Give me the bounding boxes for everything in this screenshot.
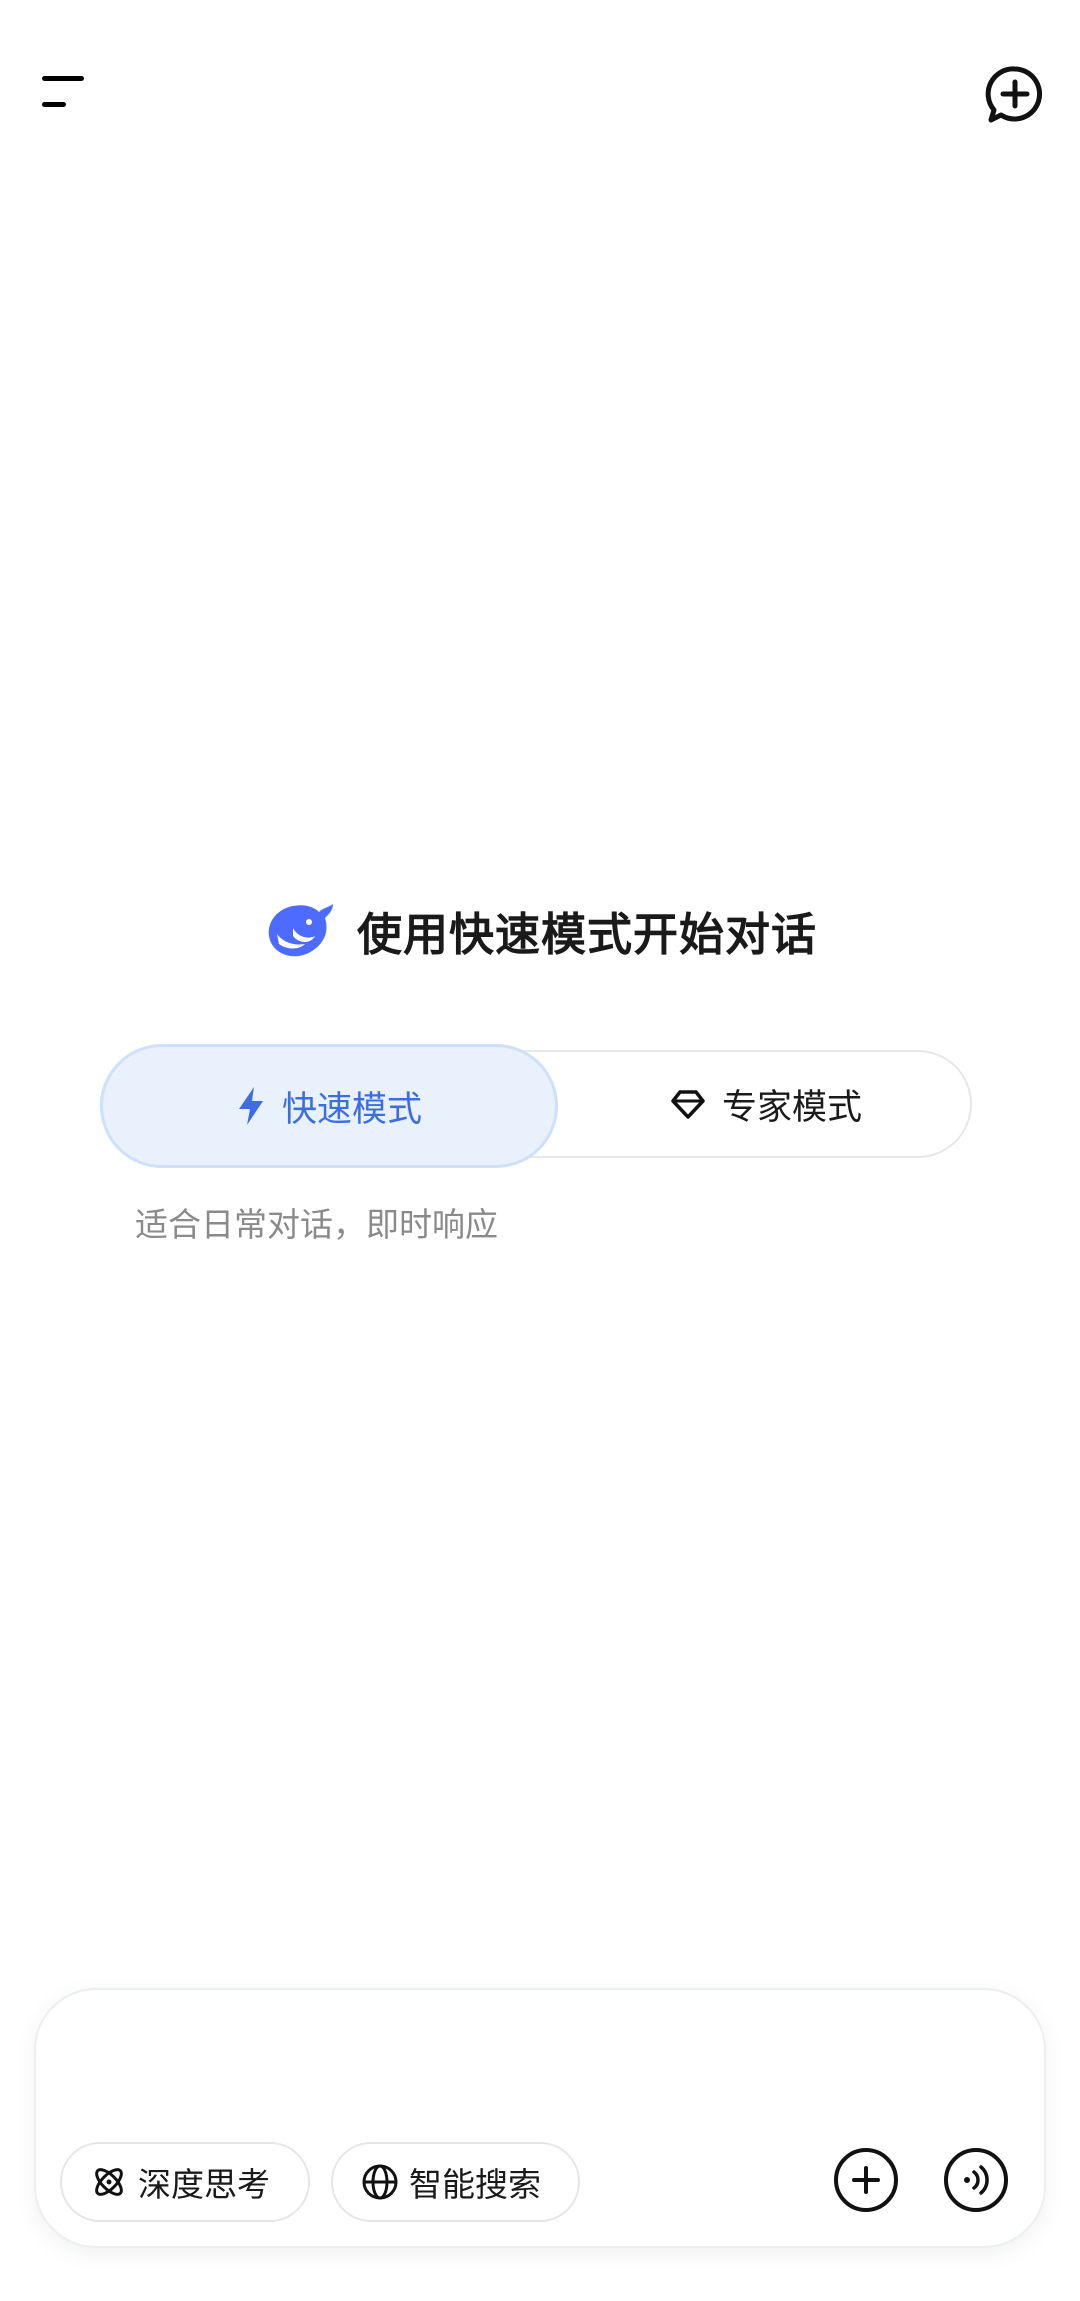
page-title: 使用快速模式开始对话 [356,907,817,961]
expert-mode-tab[interactable]: 专家模式 [558,1052,974,1156]
expert-mode-label: 专家模式 [721,1087,862,1128]
deep-think-label: 深度思考 [138,2165,270,2204]
welcome-header: 使用快速模式开始对话 [0,895,1080,965]
new-chat-button[interactable] [980,60,1050,130]
voice-button[interactable] [944,2148,1008,2212]
new-chat-icon [985,66,1043,123]
mode-switch: 专家模式 快速模式 [100,1044,974,1168]
deep-think-toggle[interactable]: 深度思考 [60,2142,310,2222]
mode-description: 适合日常对话，即时响应 [135,1205,498,1244]
atom-icon [95,2168,123,2196]
menu-button[interactable] [36,68,96,118]
message-input[interactable] [80,2026,760,2106]
app-screen: 使用快速模式开始对话 专家模式 快速模式 适合日常对话，即时响应 深度思考 智能… [0,0,1080,2301]
diamond-icon [671,1090,705,1119]
fast-mode-tab[interactable]: 快速模式 [100,1044,558,1168]
attach-button[interactable] [834,2148,898,2212]
smart-search-label: 智能搜索 [409,2165,541,2204]
smart-search-toggle[interactable]: 智能搜索 [331,2142,580,2222]
fast-mode-label: 快速模式 [281,1089,422,1130]
lightning-icon [238,1087,263,1125]
globe-icon [362,2164,398,2200]
whale-logo-icon [268,904,333,957]
plus-circle-icon [852,2166,880,2194]
voice-wave-icon [964,2165,989,2195]
